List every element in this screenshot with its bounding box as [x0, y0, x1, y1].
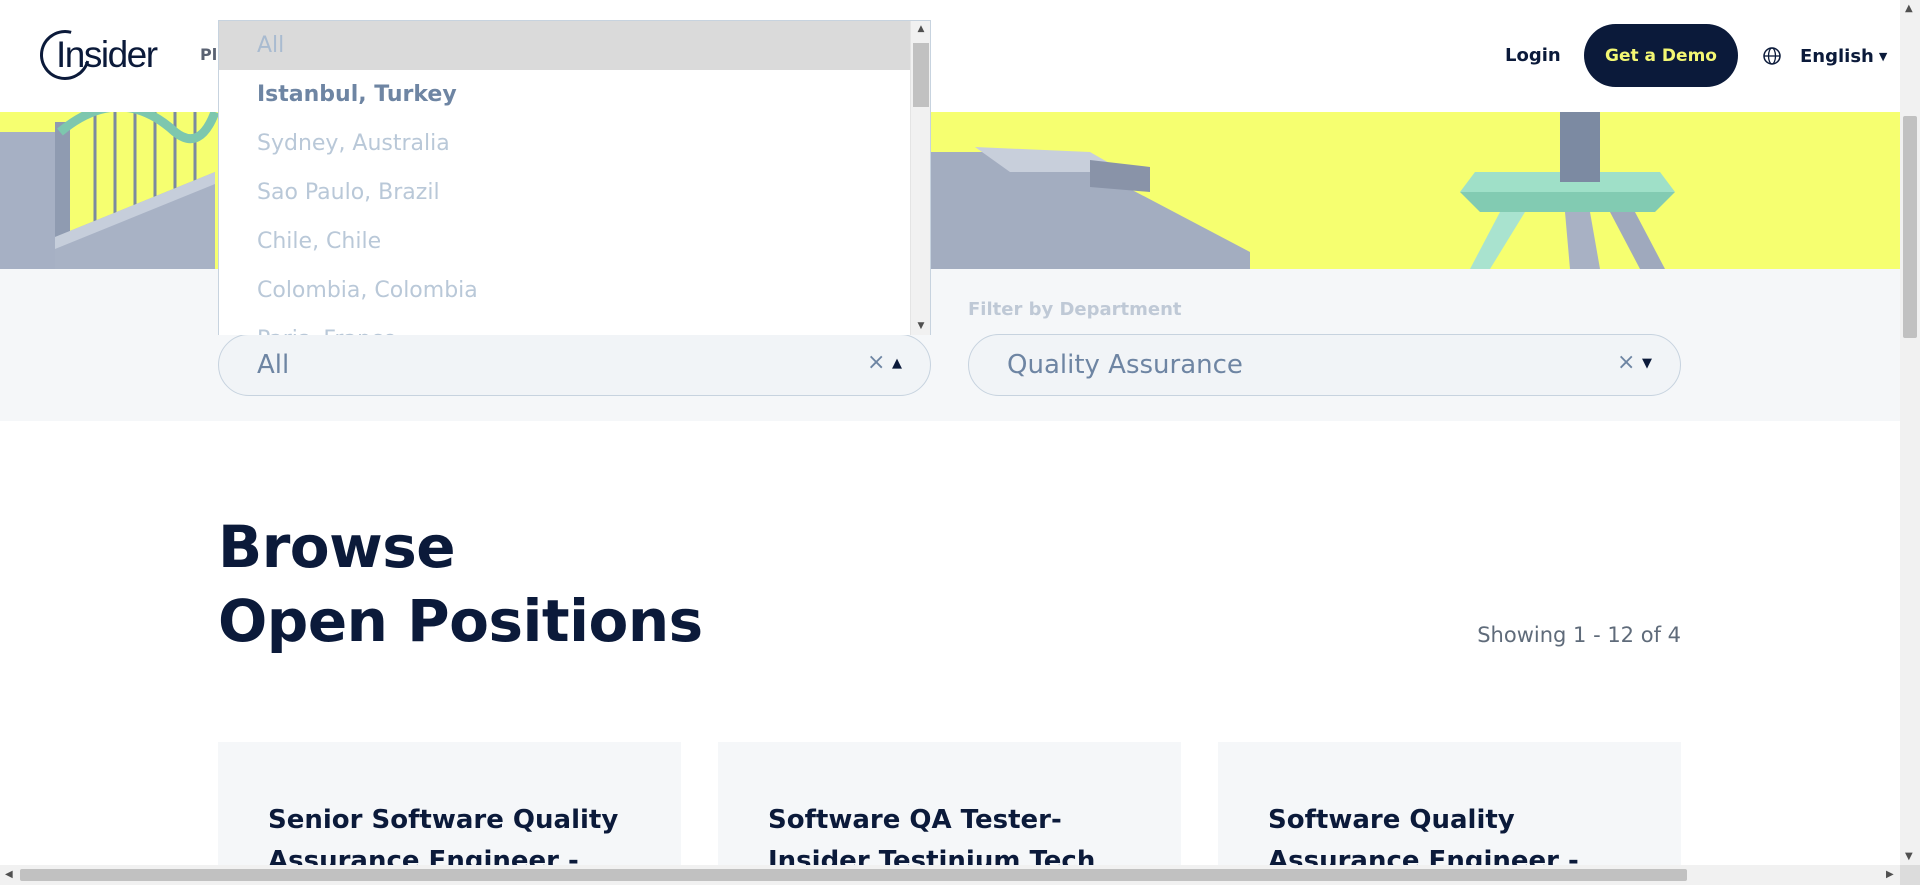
insider-logo[interactable]: Insider — [30, 20, 165, 90]
location-clear-icon[interactable]: × — [867, 350, 885, 375]
dropdown-option-paris[interactable]: Paris, France — [219, 315, 911, 335]
page-title: Browse Open Positions — [218, 510, 703, 658]
caret-up-icon[interactable]: ▲ — [892, 356, 902, 371]
job-card[interactable]: Senior Software Quality Assurance Engine… — [218, 742, 681, 885]
nav-platform-link[interactable]: Pl — [200, 45, 217, 64]
caret-down-icon: ▼ — [1878, 49, 1888, 63]
location-select[interactable]: All × ▲ — [218, 334, 931, 396]
job-card[interactable]: Software QA Tester- Insider Testinium Te… — [718, 742, 1181, 885]
logo-text: Insider — [56, 34, 158, 75]
scroll-down-arrow-icon[interactable]: ▼ — [1905, 851, 1913, 862]
horizontal-scroll-thumb[interactable] — [20, 869, 1687, 881]
dropdown-option-istanbul[interactable]: Istanbul, Turkey — [219, 70, 911, 119]
dropdown-option-all[interactable]: All — [219, 21, 911, 70]
caret-down-icon[interactable]: ▼ — [1642, 356, 1652, 371]
job-title-line1: Senior Software Quality — [268, 805, 619, 835]
dropdown-scrollbar[interactable]: ▲ ▼ — [910, 21, 930, 335]
job-card[interactable]: Software Quality Assurance Engineer - — [1218, 742, 1681, 885]
get-a-demo-button[interactable]: Get a Demo — [1584, 24, 1738, 87]
scrollbar-corner — [1900, 865, 1920, 885]
dropdown-option-sydney[interactable]: Sydney, Australia — [219, 119, 911, 168]
scroll-up-arrow-icon[interactable]: ▲ — [1905, 3, 1913, 14]
scroll-right-arrow-icon[interactable]: ▶ — [1886, 869, 1894, 880]
dropdown-option-chile[interactable]: Chile, Chile — [219, 217, 911, 266]
language-selector[interactable]: English ▼ — [1762, 44, 1887, 68]
job-title-line1: Software QA Tester- — [768, 805, 1062, 835]
scroll-up-arrow-icon[interactable]: ▲ — [911, 24, 930, 34]
results-count: Showing 1 - 12 of 4 — [1477, 623, 1681, 647]
department-select[interactable]: Quality Assurance × ▼ — [968, 334, 1681, 396]
department-filter-label: Filter by Department — [968, 299, 1182, 320]
login-link[interactable]: Login — [1505, 45, 1561, 66]
page-vertical-scrollbar[interactable]: ▲ ▼ — [1900, 0, 1920, 865]
dropdown-option-sao-paulo[interactable]: Sao Paulo, Brazil — [219, 168, 911, 217]
job-title-line1: Software Quality — [1268, 805, 1515, 835]
department-select-value: Quality Assurance — [1007, 350, 1243, 380]
scroll-left-arrow-icon[interactable]: ◀ — [5, 869, 13, 880]
globe-icon — [1763, 47, 1781, 65]
location-dropdown-list: All Istanbul, Turkey Sydney, Australia S… — [218, 20, 931, 335]
dropdown-option-colombia[interactable]: Colombia, Colombia — [219, 266, 911, 315]
page-title-line2: Open Positions — [218, 587, 703, 655]
department-clear-icon[interactable]: × — [1617, 350, 1635, 375]
language-label: English — [1800, 45, 1874, 67]
location-select-value: All — [257, 350, 290, 380]
page-horizontal-scrollbar[interactable]: ◀ ▶ — [0, 865, 1900, 885]
vertical-scroll-thumb[interactable] — [1903, 116, 1917, 338]
dropdown-scroll-thumb[interactable] — [913, 43, 929, 107]
page-title-line1: Browse — [218, 513, 456, 581]
scroll-down-arrow-icon[interactable]: ▼ — [911, 321, 930, 331]
